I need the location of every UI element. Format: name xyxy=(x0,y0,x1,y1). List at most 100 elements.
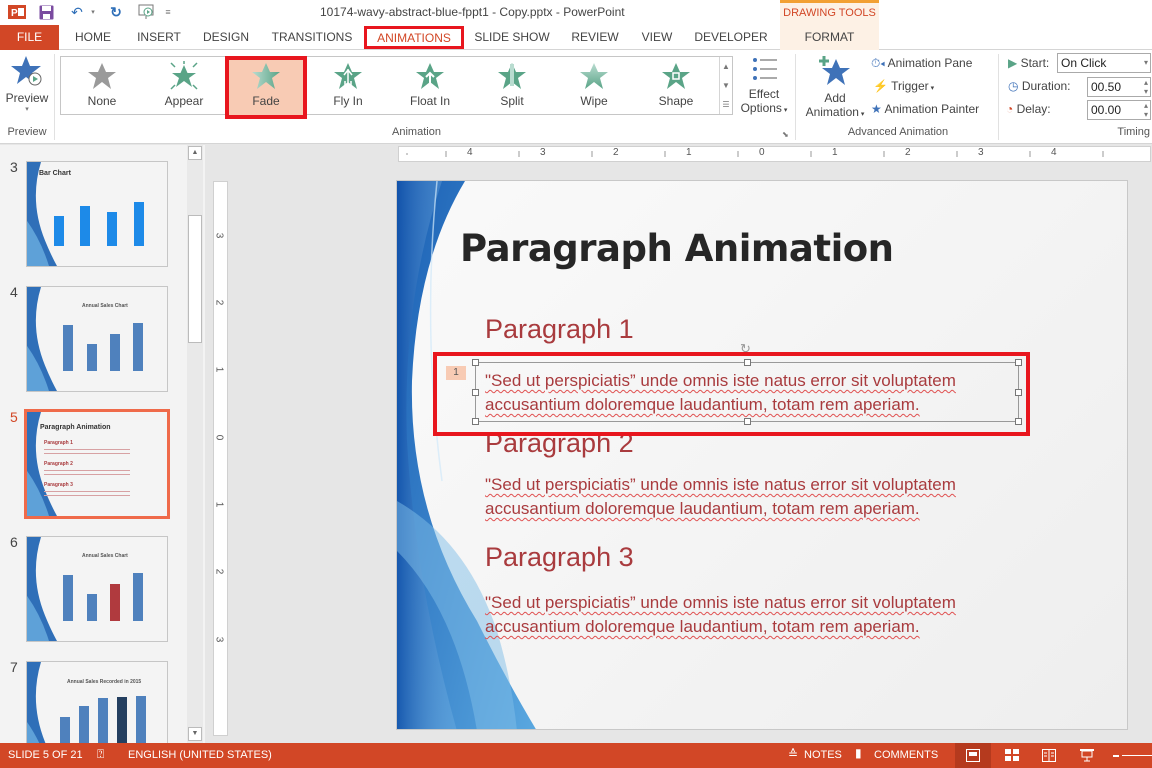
comments-button[interactable]: COMMENTS xyxy=(874,749,938,761)
thumb-bar xyxy=(80,206,90,246)
scroll-up-button[interactable]: ▲ xyxy=(188,146,202,160)
document-title: 10174-wavy-abstract-blue-fppt1 - Copy.pp… xyxy=(320,5,625,19)
animation-painter-icon: ★ xyxy=(871,102,882,116)
vertical-ruler[interactable]: 3 2 1 0 1 2 3 xyxy=(213,181,228,736)
zoom-out-button[interactable] xyxy=(1113,755,1119,757)
delay-input[interactable]: 00.00 ▴ ▾ xyxy=(1087,100,1151,120)
notes-button[interactable]: NOTES xyxy=(804,749,842,761)
animation-pane-button[interactable]: ⏱◂ Animation Pane xyxy=(871,56,972,71)
slide-canvas[interactable]: Paragraph Animation Paragraph 1 "Sed ut … xyxy=(396,180,1128,730)
gallery-scroll-down[interactable]: ▼ xyxy=(719,76,732,95)
slide-thumbnail-6[interactable]: Annual Sales Chart xyxy=(26,536,168,642)
tab-transitions[interactable]: TRANSITIONS xyxy=(268,25,356,50)
slide-editor: 4 3 2 1 0 1 2 3 4 3 2 1 0 1 2 3 Paragrap… xyxy=(205,145,1152,743)
animation-fade-label: Fade xyxy=(252,94,280,108)
group-label-animation: Animation xyxy=(392,126,441,138)
effect-options-label-2: Options ▾ xyxy=(740,101,788,115)
slide-title[interactable]: Paragraph Animation xyxy=(460,227,894,270)
paragraph-3-body[interactable]: "Sed ut perspiciatis” unde omnis iste na… xyxy=(485,591,1025,639)
ruler-label: 2 xyxy=(613,147,619,158)
comments-icon: ▮ xyxy=(855,746,862,760)
duration-input[interactable]: 00.50 ▴ ▾ xyxy=(1087,77,1151,97)
animation-float-in-label: Float In xyxy=(409,94,451,108)
add-animation-label-1: Add xyxy=(824,91,846,105)
animation-fade[interactable]: Fade xyxy=(225,56,307,119)
thumb-bar xyxy=(63,325,73,371)
tab-animations[interactable]: ANIMATIONS xyxy=(364,26,464,49)
paragraph-3-heading[interactable]: Paragraph 3 xyxy=(485,542,634,573)
animation-painter-label: Animation Painter xyxy=(884,102,980,116)
animation-appear[interactable]: Appear xyxy=(143,57,225,114)
status-bar: SLIDE 5 OF 21 ⍰ ENGLISH (UNITED STATES) … xyxy=(0,743,1152,768)
drawing-tools-label: DRAWING TOOLS xyxy=(783,7,876,19)
tab-developer[interactable]: DEVELOPER xyxy=(694,25,768,50)
start-label-text: Start: xyxy=(1020,56,1050,70)
thumb-bar xyxy=(79,706,89,743)
add-animation-button[interactable]: Add Animation ▾ xyxy=(805,54,865,119)
notes-icon: ≙ xyxy=(788,747,799,761)
animation-dialog-launcher-icon[interactable]: ⬊ xyxy=(782,130,789,139)
spell-check-icon[interactable]: ⍰ xyxy=(97,747,104,762)
save-icon[interactable] xyxy=(36,3,56,21)
language-indicator[interactable]: ENGLISH (UNITED STATES) xyxy=(128,749,272,761)
animation-wipe[interactable]: Wipe xyxy=(553,57,635,114)
undo-icon[interactable]: ↶ xyxy=(66,3,88,21)
paragraph-2-line-1: "Sed ut perspiciatis” unde omnis iste na… xyxy=(485,475,956,494)
thumb-bar xyxy=(87,344,97,371)
delay-spinner-icon[interactable]: ▴ ▾ xyxy=(1144,101,1148,119)
zoom-slider[interactable] xyxy=(1122,755,1152,756)
normal-view-button[interactable] xyxy=(955,743,991,768)
start-value: On Click xyxy=(1061,56,1107,70)
thumb-bar-highlighted xyxy=(110,584,120,621)
preview-button[interactable]: Preview ▾ xyxy=(4,54,50,113)
tab-insert[interactable]: INSERT xyxy=(131,25,187,50)
animation-order-tag[interactable]: 1 xyxy=(446,366,466,380)
animation-split[interactable]: Split xyxy=(471,57,553,114)
thumb-bar xyxy=(60,717,70,743)
tab-file[interactable]: FILE xyxy=(0,25,59,50)
animation-none[interactable]: None xyxy=(61,57,143,114)
powerpoint-logo-icon[interactable]: P xyxy=(6,3,28,21)
preview-dropdown-icon: ▾ xyxy=(25,106,29,113)
animation-shape[interactable]: Shape xyxy=(635,57,717,114)
animation-float-in[interactable]: Float In xyxy=(389,57,471,114)
paragraph-1-heading[interactable]: Paragraph 1 xyxy=(485,314,634,345)
animation-shape-label: Shape xyxy=(658,94,694,108)
add-animation-label-2: Animation ▾ xyxy=(805,105,865,119)
separator xyxy=(54,54,55,140)
redo-icon[interactable]: ↻ xyxy=(106,3,126,21)
gallery-more[interactable]: ☰ xyxy=(719,95,732,114)
tab-review[interactable]: REVIEW xyxy=(568,25,622,50)
reading-view-icon[interactable] xyxy=(1042,749,1056,762)
thumbnail-scrollbar[interactable]: ▲ ▼ xyxy=(187,145,203,743)
tab-home[interactable]: HOME xyxy=(67,25,119,50)
slide-thumbnail-5[interactable]: Paragraph Animation Paragraph 1 Paragrap… xyxy=(24,409,170,519)
slide-thumbnail-4[interactable]: Annual Sales Chart xyxy=(26,286,168,392)
scroll-down-button[interactable]: ▼ xyxy=(188,727,202,741)
duration-spinner-icon[interactable]: ▴ ▾ xyxy=(1144,78,1148,96)
tab-slide-show[interactable]: SLIDE SHOW xyxy=(472,25,552,50)
thumb-bar-highlighted xyxy=(117,697,127,743)
float-in-star-icon xyxy=(416,63,444,89)
slide-show-view-icon[interactable] xyxy=(1080,749,1094,762)
tab-design[interactable]: DESIGN xyxy=(197,25,255,50)
effect-options-button[interactable]: Effect Options ▾ xyxy=(740,54,788,115)
animation-fly-in[interactable]: Fly In xyxy=(307,57,389,114)
start-from-beginning-icon[interactable] xyxy=(136,3,158,21)
tab-format[interactable]: FORMAT xyxy=(780,25,879,50)
horizontal-ruler[interactable]: 4 3 2 1 0 1 2 3 4 xyxy=(398,146,1151,162)
slide-thumbnail-7[interactable]: Annual Sales Recorded in 2015 xyxy=(26,661,168,743)
scroll-thumb[interactable] xyxy=(188,215,202,343)
ruler-label: 2 xyxy=(213,299,225,306)
customize-quick-access-icon[interactable]: ≡ xyxy=(162,3,174,21)
gallery-scroll-up[interactable]: ▲ xyxy=(719,57,732,76)
ruler-label: 3 xyxy=(213,232,225,239)
trigger-button[interactable]: ⚡ Trigger ▾ xyxy=(873,79,934,93)
paragraph-2-body[interactable]: "Sed ut perspiciatis” unde omnis iste na… xyxy=(485,473,1025,521)
undo-dropdown-icon[interactable]: ▾ xyxy=(88,3,98,21)
animation-painter-button[interactable]: ★ Animation Painter xyxy=(871,102,979,116)
slide-sorter-view-icon[interactable] xyxy=(1005,749,1019,762)
slide-thumbnail-3[interactable]: Bar Chart xyxy=(26,161,168,267)
start-select[interactable]: On Click ▾ xyxy=(1057,53,1151,73)
tab-view[interactable]: VIEW xyxy=(636,25,678,50)
